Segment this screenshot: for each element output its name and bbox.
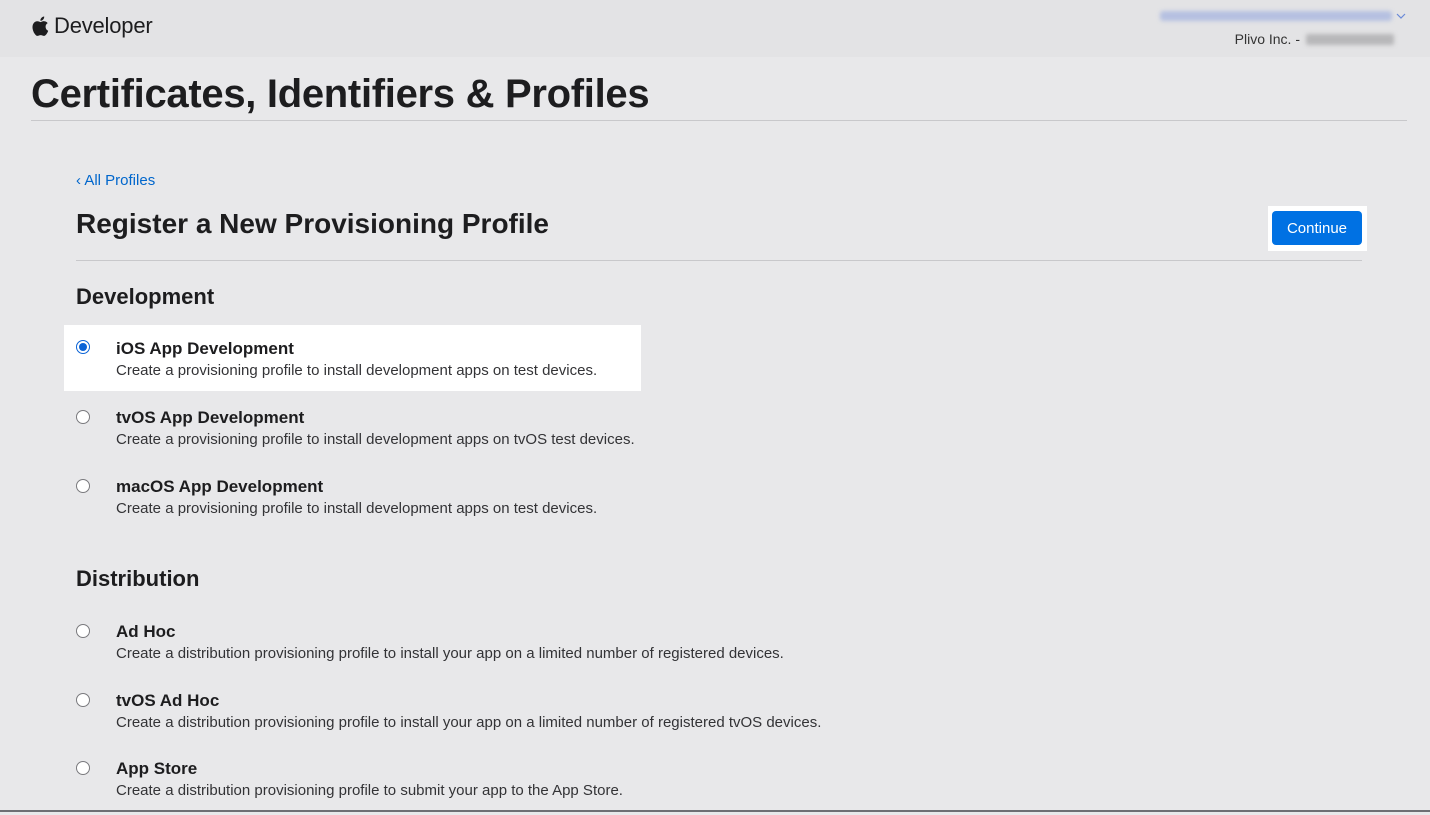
account-name-redacted xyxy=(1160,11,1392,21)
apple-logo-icon xyxy=(32,16,49,36)
option-title: iOS App Development xyxy=(116,339,294,358)
option-title: App Store xyxy=(116,759,198,778)
option-title: macOS App Development xyxy=(116,477,324,496)
section-divider xyxy=(76,260,1362,261)
brand-name: Developer xyxy=(54,13,153,38)
radio-ad-hoc[interactable] xyxy=(76,624,90,638)
option-description: Create a distribution provisioning profi… xyxy=(116,645,784,662)
radio-macos-app-development[interactable] xyxy=(76,479,90,493)
section-heading: Register a New Provisioning Profile xyxy=(76,208,550,239)
radio-app-store[interactable] xyxy=(76,761,90,775)
development-heading: Development xyxy=(76,284,215,309)
option-description: Create a provisioning profile to install… xyxy=(116,362,598,379)
option-title: Ad Hoc xyxy=(116,622,176,641)
continue-button-highlight: Continue xyxy=(1268,206,1367,251)
account-menu[interactable]: Plivo Inc. - xyxy=(1160,8,1406,47)
option-description: Create a provisioning profile to install… xyxy=(116,500,598,517)
option-title: tvOS Ad Hoc xyxy=(116,691,220,710)
title-divider xyxy=(31,120,1407,121)
option-ad-hoc[interactable]: Ad Hoc Create a distribution provisionin… xyxy=(64,608,824,674)
option-description: Create a provisioning profile to install… xyxy=(116,431,635,448)
radio-tvos-app-development[interactable] xyxy=(76,410,90,424)
option-description: Create a distribution provisioning profi… xyxy=(116,714,822,731)
chevron-down-icon[interactable] xyxy=(1396,11,1406,21)
radio-tvos-ad-hoc[interactable] xyxy=(76,693,90,707)
option-app-store[interactable]: App Store Create a distribution provisio… xyxy=(64,745,664,811)
top-bar: Developer Plivo Inc. - xyxy=(0,0,1430,57)
all-profiles-link[interactable]: ‹ All Profiles xyxy=(76,172,155,189)
option-ios-app-development[interactable]: iOS App Development Create a provisionin… xyxy=(64,325,641,391)
continue-button[interactable]: Continue xyxy=(1272,211,1362,245)
org-id-redacted xyxy=(1306,33,1394,45)
radio-ios-app-development[interactable] xyxy=(76,340,90,354)
option-description: Create a distribution provisioning profi… xyxy=(116,782,623,799)
option-tvos-ad-hoc[interactable]: tvOS Ad Hoc Create a distribution provis… xyxy=(64,677,864,743)
page-title: Certificates, Identifiers & Profiles xyxy=(31,72,650,116)
option-tvos-app-development[interactable]: tvOS App Development Create a provisioni… xyxy=(64,394,684,460)
option-title: tvOS App Development xyxy=(116,408,305,427)
org-label: Plivo Inc. - xyxy=(1234,31,1300,47)
window-bottom-edge xyxy=(0,810,1430,812)
developer-home-link[interactable]: Developer xyxy=(31,13,153,39)
distribution-heading: Distribution xyxy=(76,566,200,591)
option-macos-app-development[interactable]: macOS App Development Create a provision… xyxy=(64,463,664,529)
